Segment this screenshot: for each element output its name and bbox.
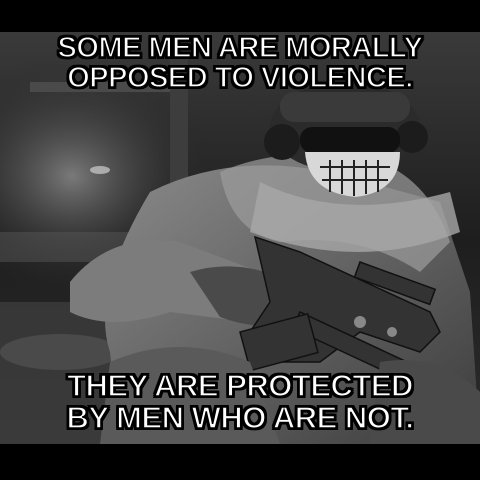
meme-canvas: SOME MEN ARE MORALLY OPPOSED TO VIOLENCE…: [0, 0, 480, 480]
top-text-line-1: SOME MEN ARE MORALLY: [57, 32, 424, 64]
top-text-line-2: OPPOSED TO VIOLENCE.: [66, 61, 414, 94]
bottom-text-line-2: BY MEN WHO ARE NOT.: [66, 399, 415, 435]
meme-top-text: SOME MEN ARE MORALLY OPPOSED TO VIOLENCE…: [0, 32, 480, 94]
bottom-text-line-1: THEY ARE PROTECTED: [66, 368, 414, 403]
meme-bottom-text: THEY ARE PROTECTED BY MEN WHO ARE NOT.: [0, 368, 480, 435]
